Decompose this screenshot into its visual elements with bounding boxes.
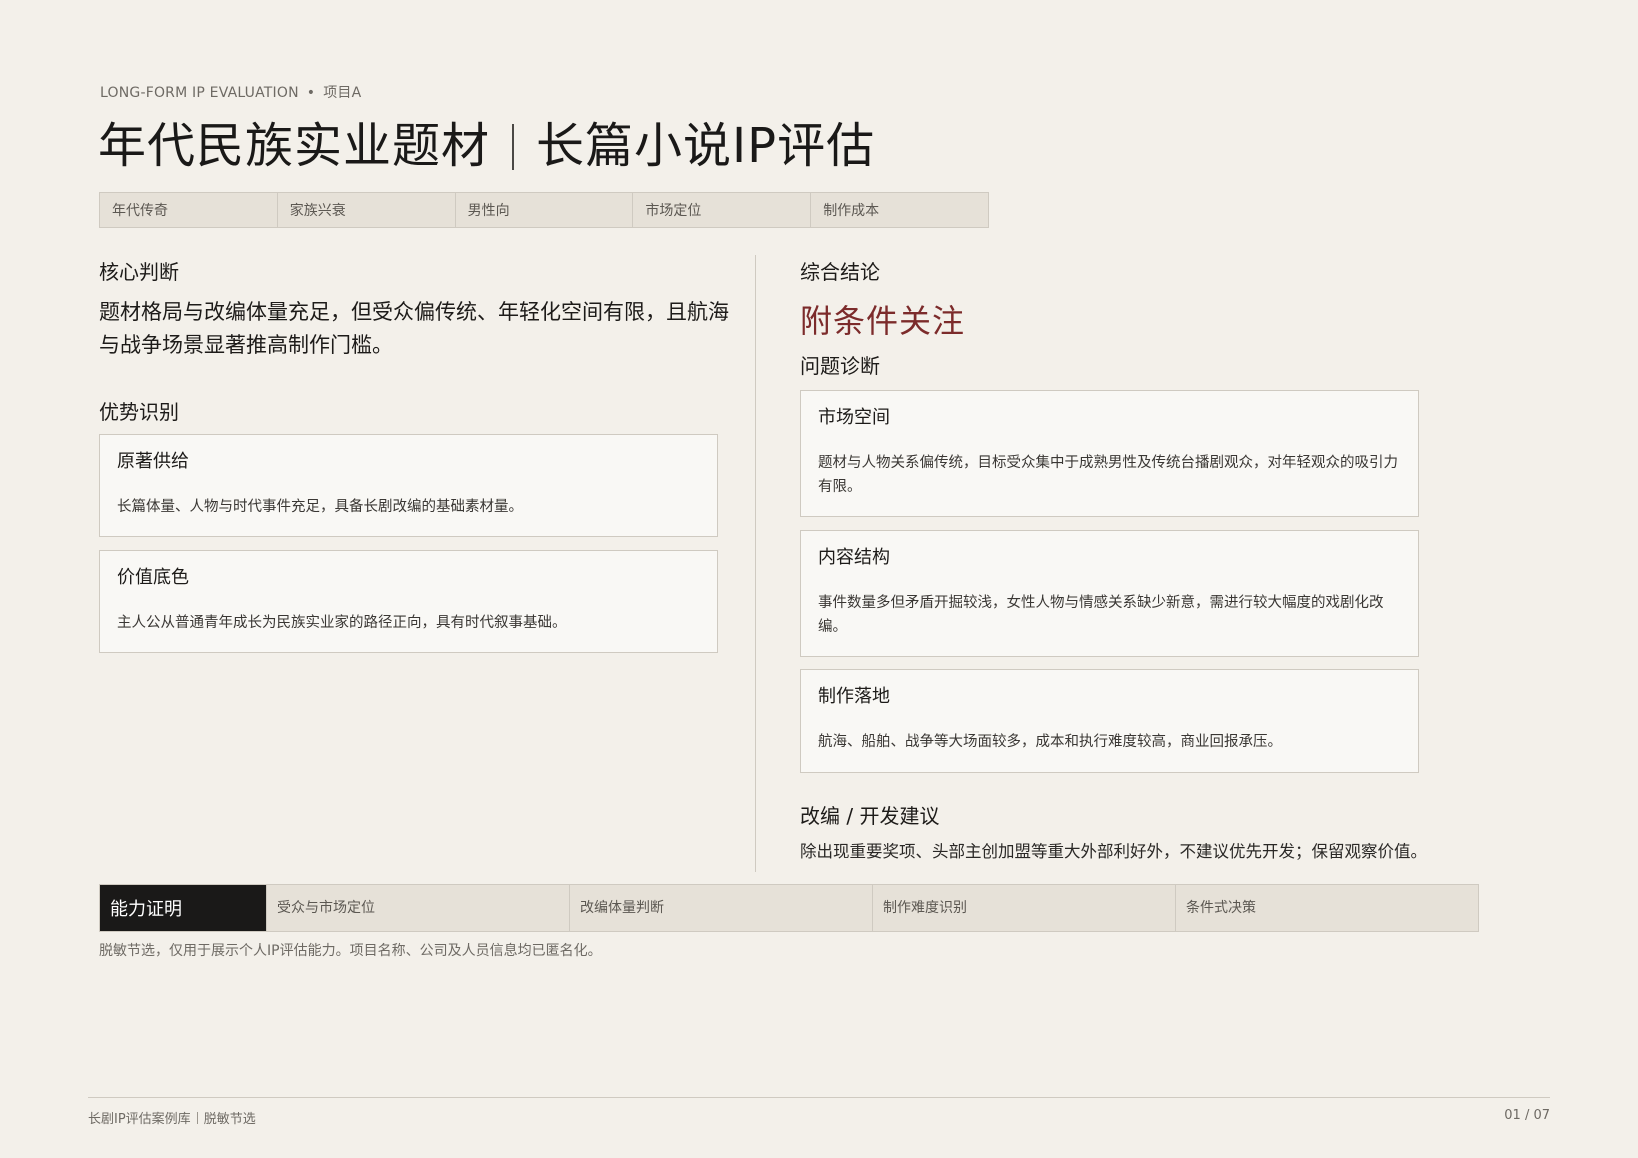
tag-item: 市场定位 (633, 193, 812, 227)
ability-item: 受众与市场定位 (266, 885, 569, 931)
issue-card-text: 航海、船舶、战争等大场面较多，成本和执行难度较高，商业回报承压。 (818, 734, 1282, 750)
ability-item: 条件式决策 (1175, 885, 1478, 931)
eyebrow-project: 项目A (323, 85, 362, 101)
advice-heading: 改编 / 开发建议 (800, 804, 940, 828)
disclaimer-text: 脱敏节选，仅用于展示个人IP评估能力。项目名称、公司及人员信息均已匿名化。 (99, 943, 602, 959)
ability-heading: 能力证明 (100, 885, 266, 931)
strength-card-title: 原著供给 (117, 451, 189, 472)
footer-separator (196, 1112, 198, 1124)
eyebrow-label: LONG-FORM IP EVALUATION (100, 85, 299, 101)
tag-item: 制作成本 (811, 193, 988, 227)
ability-item: 改编体量判断 (569, 885, 872, 931)
footer-divider (88, 1097, 1550, 1098)
footer-excerpt: 脱敏节选 (203, 1112, 256, 1127)
tag-bar: 年代传奇 家族兴衰 男性向 市场定位 制作成本 (99, 192, 989, 228)
issue-card-title: 内容结构 (818, 547, 890, 568)
page-number: 01 / 07 (1504, 1108, 1550, 1123)
issue-card-title: 制作落地 (818, 686, 890, 707)
issue-card: 市场空间 题材与人物关系偏传统，目标受众集中于成熟男性及传统台播剧观众，对年轻观… (800, 390, 1419, 517)
footer-library: 长剧IP评估案例库 (88, 1112, 191, 1127)
strength-card-title: 价值底色 (117, 567, 189, 588)
footer-caption: 长剧IP评估案例库 脱敏节选 (88, 1108, 256, 1127)
verdict-text: 附条件关注 (800, 302, 966, 340)
ability-bar: 能力证明 受众与市场定位 改编体量判断 制作难度识别 条件式决策 (99, 884, 1479, 932)
issue-card-text: 题材与人物关系偏传统，目标受众集中于成熟男性及传统台播剧观众，对年轻观众的吸引力… (818, 455, 1398, 495)
title-right: 长篇小说IP评估 (536, 118, 876, 174)
diagnosis-heading: 问题诊断 (800, 354, 880, 378)
issue-card: 内容结构 事件数量多但矛盾开掘较浅，女性人物与情感关系缺少新意，需进行较大幅度的… (800, 530, 1419, 657)
core-judgment-text: 题材格局与改编体量充足，但受众偏传统、年轻化空间有限，且航海与战争场景显著推高制… (99, 300, 729, 357)
strength-card: 价值底色 主人公从普通青年成长为民族实业家的路径正向，具有时代叙事基础。 (99, 550, 718, 653)
title-divider (512, 124, 515, 170)
column-divider (755, 255, 756, 872)
title-left: 年代民族实业题材 (98, 118, 491, 174)
issue-card-title: 市场空间 (818, 407, 890, 428)
eyebrow-separator: • (306, 85, 316, 101)
tag-item: 家族兴衰 (277, 193, 456, 227)
strength-card-text: 主人公从普通青年成长为民族实业家的路径正向，具有时代叙事基础。 (117, 615, 567, 631)
issue-card: 制作落地 航海、船舶、战争等大场面较多，成本和执行难度较高，商业回报承压。 (800, 669, 1419, 773)
strengths-heading: 优势识别 (99, 400, 179, 424)
evaluation-page: LONG-FORM IP EVALUATION • 项目A 年代民族实业题材 长篇小说… (0, 0, 1638, 1158)
page-title: 年代民族实业题材 长篇小说IP评估 (98, 116, 875, 176)
conclusion-heading: 综合结论 (800, 260, 880, 284)
ability-item: 制作难度识别 (872, 885, 1175, 931)
core-judgment-heading: 核心判断 (99, 260, 179, 284)
tag-item: 男性向 (455, 193, 634, 227)
strength-card: 原著供给 长篇体量、人物与时代事件充足，具备长剧改编的基础素材量。 (99, 434, 718, 537)
strength-card-text: 长篇体量、人物与时代事件充足，具备长剧改编的基础素材量。 (117, 499, 523, 515)
issue-card-text: 事件数量多但矛盾开掘较浅，女性人物与情感关系缺少新意，需进行较大幅度的戏剧化改编… (818, 595, 1384, 635)
tag-item: 年代传奇 (100, 193, 278, 227)
advice-text: 除出现重要奖项、头部主创加盟等重大外部利好外，不建议优先开发；保留观察价值。 (800, 842, 1427, 861)
eyebrow: LONG-FORM IP EVALUATION • 项目A (100, 82, 361, 102)
